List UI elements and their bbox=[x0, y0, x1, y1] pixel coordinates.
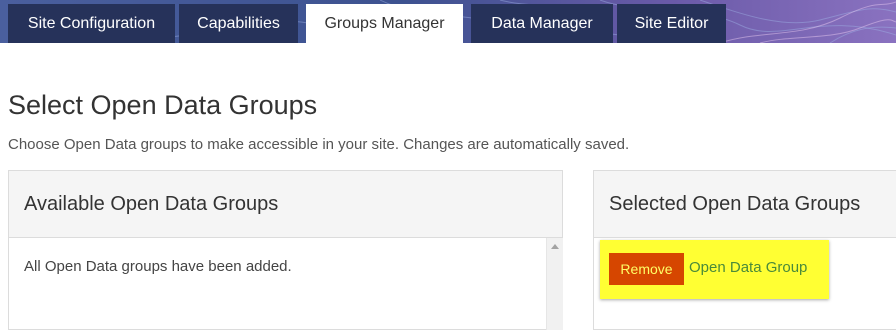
scroll-up-arrow-icon[interactable] bbox=[551, 244, 559, 249]
page-subtitle: Choose Open Data groups to make accessib… bbox=[8, 136, 630, 153]
tab-capabilities[interactable]: Capabilities bbox=[179, 4, 298, 43]
tab-site-editor[interactable]: Site Editor bbox=[617, 4, 726, 43]
tab-data-manager[interactable]: Data Manager bbox=[471, 4, 613, 43]
selected-groups-panel-header: Selected Open Data Groups bbox=[594, 171, 896, 238]
panel-scrollbar[interactable] bbox=[546, 238, 563, 330]
tab-groups-manager[interactable]: Groups Manager bbox=[306, 4, 463, 43]
tab-site-configuration[interactable]: Site Configuration bbox=[8, 4, 175, 43]
available-groups-panel: Available Open Data Groups All Open Data… bbox=[8, 170, 563, 330]
tab-label: Site Editor bbox=[634, 14, 709, 32]
available-groups-title: Available Open Data Groups bbox=[24, 192, 279, 215]
tab-label: Site Configuration bbox=[27, 14, 156, 32]
available-groups-panel-header: Available Open Data Groups bbox=[9, 171, 562, 238]
remove-group-button[interactable]: Remove bbox=[609, 253, 684, 285]
selected-groups-title: Selected Open Data Groups bbox=[609, 192, 861, 215]
top-navigation-bar: Site Configuration Capabilities Groups M… bbox=[0, 0, 896, 43]
empty-message: All Open Data groups have been added. bbox=[24, 258, 292, 275]
tab-label: Capabilities bbox=[197, 14, 280, 32]
tab-label: Data Manager bbox=[491, 14, 593, 32]
selected-group-link[interactable]: Open Data Group bbox=[689, 259, 807, 276]
tab-label: Groups Manager bbox=[324, 14, 445, 32]
page-title: Select Open Data Groups bbox=[8, 90, 318, 120]
